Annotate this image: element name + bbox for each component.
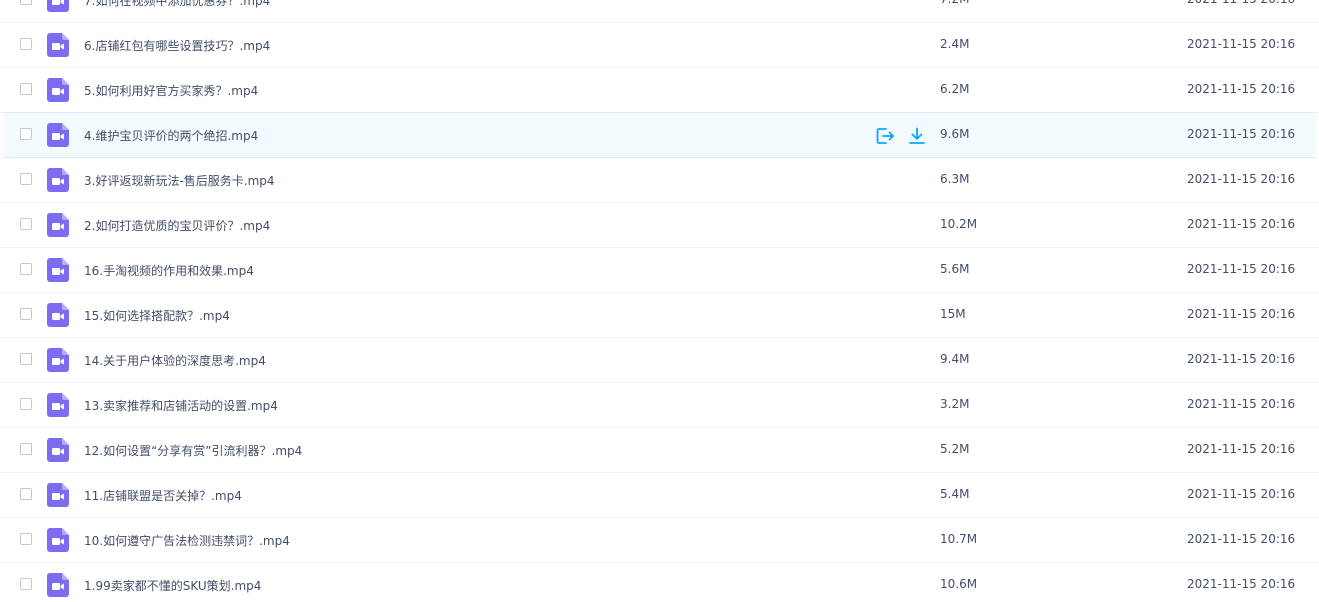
row-checkbox[interactable] [20, 38, 32, 50]
file-name[interactable]: 13.卖家推荐和店铺活动的设置.mp4 [84, 397, 278, 414]
file-size: 9.4M [940, 352, 970, 366]
file-size: 2.4M [940, 37, 970, 51]
file-modified-date: 2021-11-15 20:16 [1187, 127, 1296, 141]
row-checkbox[interactable] [20, 83, 32, 95]
file-name[interactable]: 10.如何遵守广告法检测违禁词？.mp4 [84, 532, 290, 549]
video-file-icon [47, 258, 69, 282]
file-name[interactable]: 6.店铺红包有哪些设置技巧？.mp4 [84, 37, 270, 54]
row-checkbox[interactable] [20, 173, 32, 185]
video-file-icon [47, 573, 69, 597]
video-file-icon [47, 438, 69, 462]
file-row[interactable]: 6.店铺红包有哪些设置技巧？.mp4 2.4M 2021-11-15 20:16 [0, 23, 1319, 68]
file-modified-date: 2021-11-15 20:16 [1187, 397, 1296, 411]
video-file-icon [47, 483, 69, 507]
file-name[interactable]: 4.维护宝贝评价的两个绝招.mp4 [84, 127, 258, 144]
file-row[interactable]: 11.店铺联盟是否关掉？.mp4 5.4M 2021-11-15 20:16 [0, 473, 1319, 518]
file-size: 7.2M [940, 0, 969, 6]
file-name[interactable]: 12.如何设置“分享有赏”引流利器？.mp4 [84, 442, 302, 459]
video-file-icon [47, 213, 69, 237]
file-modified-date: 2021-11-15 20:16 [1187, 577, 1296, 591]
file-list-rows: 7.如何在视频中添加优惠券？.mp4 7.2M 2021-11-15 20:16… [0, 0, 1319, 602]
file-row[interactable]: 10.如何遵守广告法检测违禁词？.mp4 10.7M 2021-11-15 20… [0, 518, 1319, 563]
file-modified-date: 2021-11-15 20:16 [1187, 532, 1296, 546]
file-name[interactable]: 3.好评返现新玩法-售后服务卡.mp4 [84, 172, 275, 189]
row-checkbox[interactable] [20, 353, 32, 365]
file-row[interactable]: 2.如何打造优质的宝贝评价？.mp4 10.2M 2021-11-15 20:1… [0, 203, 1319, 248]
file-row[interactable]: 3.好评返现新玩法-售后服务卡.mp4 6.3M 2021-11-15 20:1… [0, 158, 1319, 203]
video-file-icon [47, 303, 69, 327]
row-checkbox[interactable] [20, 398, 32, 410]
file-row[interactable]: 4.维护宝贝评价的两个绝招.mp4 9.6M 2021-11-15 20:16 [3, 112, 1316, 158]
file-size: 6.2M [940, 82, 970, 96]
file-row[interactable]: 14.关于用户体验的深度思考.mp4 9.4M 2021-11-15 20:16 [0, 338, 1319, 383]
file-modified-date: 2021-11-15 20:16 [1187, 82, 1296, 96]
video-file-icon [47, 348, 69, 372]
file-size: 9.6M [940, 127, 970, 141]
video-file-icon [47, 168, 69, 192]
file-row[interactable]: 5.如何利用好官方买家秀？.mp4 6.2M 2021-11-15 20:16 [0, 68, 1319, 113]
video-file-icon [47, 78, 69, 102]
file-name[interactable]: 11.店铺联盟是否关掉？.mp4 [84, 487, 242, 504]
row-checkbox[interactable] [20, 0, 32, 5]
video-file-icon [47, 0, 69, 12]
file-modified-date: 2021-11-15 20:16 [1187, 487, 1296, 501]
file-modified-date: 2021-11-15 20:16 [1187, 262, 1296, 276]
file-name[interactable]: 7.如何在视频中添加优惠券？.mp4 [84, 0, 270, 9]
file-row[interactable]: 12.如何设置“分享有赏”引流利器？.mp4 5.2M 2021-11-15 2… [0, 428, 1319, 473]
file-size: 5.6M [940, 262, 970, 276]
row-checkbox[interactable] [20, 578, 32, 590]
file-size: 6.3M [940, 172, 970, 186]
file-size: 15M [940, 307, 966, 321]
row-checkbox[interactable] [20, 263, 32, 275]
video-file-icon [47, 528, 69, 552]
file-name[interactable]: 14.关于用户体验的深度思考.mp4 [84, 352, 266, 369]
row-checkbox[interactable] [20, 488, 32, 500]
file-size: 10.7M [940, 532, 978, 546]
file-modified-date: 2021-11-15 20:16 [1187, 442, 1296, 456]
file-name[interactable]: 5.如何利用好官方买家秀？.mp4 [84, 82, 258, 99]
row-checkbox[interactable] [20, 308, 32, 320]
file-modified-date: 2021-11-15 20:16 [1187, 37, 1296, 51]
file-list: 7.如何在视频中添加优惠券？.mp4 7.2M 2021-11-15 20:16… [0, 0, 1319, 602]
file-name[interactable]: 2.如何打造优质的宝贝评价？.mp4 [84, 217, 270, 234]
video-file-icon [47, 123, 69, 147]
share-icon[interactable] [875, 126, 895, 146]
file-name[interactable]: 15.如何选择搭配款？.mp4 [84, 307, 230, 324]
file-size: 10.2M [940, 217, 978, 231]
file-row[interactable]: 16.手淘视频的作用和效果.mp4 5.6M 2021-11-15 20:16 [0, 248, 1319, 293]
video-file-icon [47, 33, 69, 57]
file-row[interactable]: 7.如何在视频中添加优惠券？.mp4 7.2M 2021-11-15 20:16 [0, 0, 1319, 23]
video-file-icon [47, 393, 69, 417]
file-size: 3.2M [940, 397, 970, 411]
file-modified-date: 2021-11-15 20:16 [1187, 307, 1296, 321]
file-modified-date: 2021-11-15 20:16 [1187, 217, 1296, 231]
row-checkbox[interactable] [20, 128, 32, 140]
file-modified-date: 2021-11-15 20:16 [1187, 352, 1296, 366]
download-icon[interactable] [907, 126, 927, 146]
file-name[interactable]: 1.99卖家都不懂的SKU策划.mp4 [84, 577, 261, 594]
file-size: 5.2M [940, 442, 970, 456]
file-size: 10.6M [940, 577, 978, 591]
file-row[interactable]: 15.如何选择搭配款？.mp4 15M 2021-11-15 20:16 [0, 293, 1319, 338]
file-modified-date: 2021-11-15 20:16 [1187, 172, 1296, 186]
file-name[interactable]: 16.手淘视频的作用和效果.mp4 [84, 262, 254, 279]
file-modified-date: 2021-11-15 20:16 [1187, 0, 1295, 6]
row-checkbox[interactable] [20, 533, 32, 545]
file-size: 5.4M [940, 487, 970, 501]
row-checkbox[interactable] [20, 443, 32, 455]
file-row[interactable]: 13.卖家推荐和店铺活动的设置.mp4 3.2M 2021-11-15 20:1… [0, 383, 1319, 428]
row-checkbox[interactable] [20, 218, 32, 230]
file-row[interactable]: 1.99卖家都不懂的SKU策划.mp4 10.6M 2021-11-15 20:… [0, 563, 1319, 602]
